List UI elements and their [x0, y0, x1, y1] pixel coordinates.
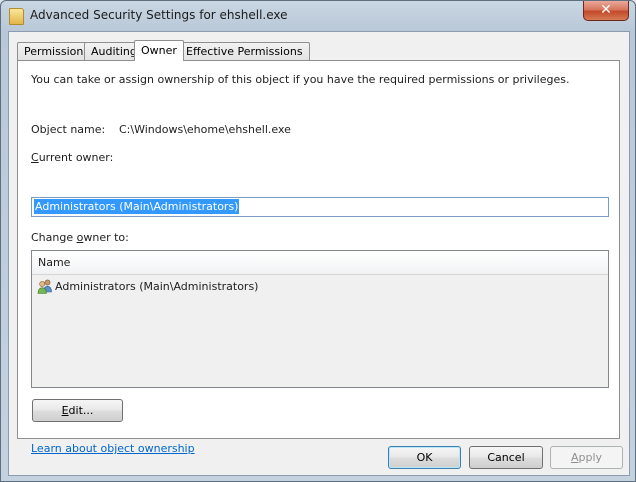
change-owner-list[interactable]: Name Administrators (Main\Administrators… — [31, 250, 609, 388]
cancel-button[interactable]: Cancel — [469, 446, 543, 469]
change-owner-label: Change owner to: — [31, 231, 129, 244]
tab-effective-permissions[interactable]: Effective Permissions — [179, 42, 310, 60]
current-owner-label-text: urrent owner: — [38, 151, 114, 164]
window-title: Advanced Security Settings for ehshell.e… — [30, 8, 288, 22]
edit-mnemonic: E — [61, 404, 69, 417]
apply-button[interactable]: Apply — [550, 446, 623, 469]
change-owner-label-post: wner to: — [83, 231, 129, 244]
current-owner-value[interactable]: Administrators (Main\Administrators) — [34, 199, 240, 214]
users-group-icon — [37, 279, 52, 294]
change-owner-label-pre: Change — [31, 231, 77, 244]
list-item[interactable]: Administrators (Main\Administrators) — [36, 278, 606, 294]
edit-label: dit... — [68, 404, 94, 417]
list-item-name: Administrators (Main\Administrators) — [55, 280, 259, 293]
learn-ownership-link[interactable]: Learn about object ownership — [31, 442, 195, 455]
dialog-window: Advanced Security Settings for ehshell.e… — [0, 0, 636, 482]
list-header-name-column[interactable]: Name — [32, 251, 608, 275]
dialog-client-area: Permissions Auditing Owner Effective Per… — [8, 31, 630, 476]
ownership-description: You can take or assign ownership of this… — [31, 73, 570, 86]
folder-icon — [9, 8, 24, 25]
close-button[interactable]: ✕ — [583, 1, 629, 21]
apply-label: pply — [578, 451, 603, 464]
edit-button[interactable]: Edit... — [32, 399, 123, 422]
object-name-label: Object name: — [31, 123, 106, 136]
object-name-value: C:\Windows\ehome\ehshell.exe — [119, 123, 291, 136]
current-owner-label: Current owner: — [31, 151, 113, 164]
apply-mnemonic: A — [570, 451, 579, 464]
title-bar[interactable]: Advanced Security Settings for ehshell.e… — [1, 1, 635, 31]
tab-owner[interactable]: Owner — [134, 40, 184, 61]
list-header-name: Name — [38, 256, 71, 269]
current-owner-field[interactable]: Administrators (Main\Administrators) — [31, 197, 609, 217]
owner-tab-panel: You can take or assign ownership of this… — [17, 60, 620, 455]
current-owner-mnemonic: C — [31, 151, 39, 164]
ok-button[interactable]: OK — [388, 446, 461, 469]
